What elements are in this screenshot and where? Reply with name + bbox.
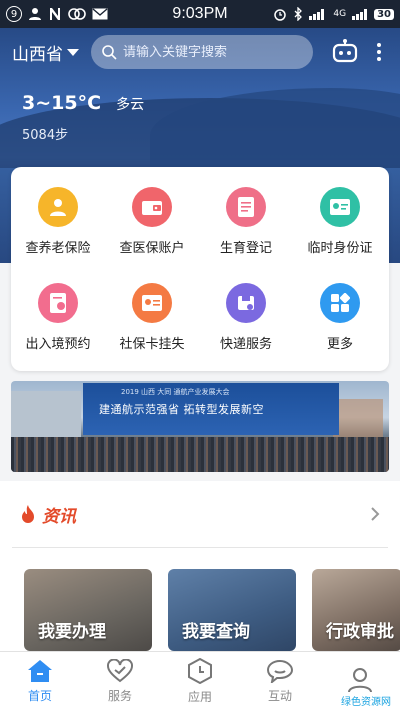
tile-label: 我要办理: [38, 622, 106, 642]
watermark: 绿色资源网: [338, 692, 394, 709]
search-bar[interactable]: [91, 35, 313, 69]
chevron-right-icon[interactable]: [370, 506, 380, 522]
nav-label: 首页: [27, 689, 52, 703]
tile-handle[interactable]: 我要办理: [24, 569, 152, 651]
services-grid: 查养老保险 查医保账户 生育登记 临时身份证 出入境预约 社保卡挂失 快递服务 …: [11, 167, 389, 371]
banner-subline: 2019 山西 大同 通航产业发展大会: [121, 388, 230, 396]
promo-banner[interactable]: 2019 山西 大同 通航产业发展大会 建通航示范强省 拓转型发展新空: [11, 381, 389, 472]
status-bar: 9 9:03PM 4G 30: [0, 0, 400, 28]
network-type: 4G: [333, 9, 347, 19]
pension-icon: [38, 187, 78, 227]
document-icon: [226, 187, 266, 227]
banner-headline: 建通航示范强省 拓转型发展新空: [99, 403, 264, 416]
notification-count-badge: 9: [6, 6, 22, 22]
banner-crowd: [11, 437, 389, 472]
news-header[interactable]: 资讯: [0, 481, 400, 547]
service-label: 临时身份证: [307, 241, 373, 256]
nav-interact[interactable]: 互动: [240, 652, 320, 711]
quick-tiles: 我要办理 我要查询 行政审批: [24, 569, 400, 651]
service-delivery[interactable]: 快递服务: [199, 283, 293, 352]
signal-icon-2: [352, 9, 368, 20]
battery-level: 30: [374, 8, 394, 20]
rings-icon: [68, 8, 86, 20]
nav-label: 服务: [107, 689, 132, 703]
nav-services[interactable]: 服务: [80, 652, 160, 711]
signal-icon: [309, 9, 325, 20]
weather-condition: 多云: [116, 97, 145, 113]
service-pension[interactable]: 查养老保险: [11, 187, 105, 256]
temperature: 3~15°C: [22, 92, 102, 114]
province-selector[interactable]: 山西省: [12, 40, 79, 65]
news-title: 资讯: [42, 506, 76, 527]
step-count: 5084步: [22, 128, 69, 143]
passport-icon: [38, 283, 78, 323]
more-menu-icon[interactable]: [377, 43, 381, 61]
service-label: 社保卡挂失: [119, 337, 185, 352]
service-more[interactable]: 更多: [293, 283, 387, 352]
top-bar: 山西省: [0, 32, 400, 72]
user-icon: [348, 667, 372, 692]
nav-label: 互动: [267, 689, 292, 703]
news-section: 资讯 我要办理 我要查询 行政审批: [0, 481, 400, 651]
service-border-appointment[interactable]: 出入境预约: [11, 283, 105, 352]
service-label: 生育登记: [219, 241, 272, 256]
home-icon: [28, 660, 52, 682]
tile-label: 行政审批: [326, 622, 394, 642]
divider: [12, 547, 388, 548]
heart-hand-icon: [107, 659, 133, 683]
service-medical-account[interactable]: 查医保账户: [105, 187, 199, 256]
delivery-icon: [226, 283, 266, 323]
bluetooth-icon: [294, 7, 303, 21]
id-card-icon: [320, 187, 360, 227]
service-card-report-loss[interactable]: 社保卡挂失: [105, 283, 199, 352]
weather-widget: 3~15°C 多云 5084步: [22, 92, 144, 143]
tile-query[interactable]: 我要查询: [168, 569, 296, 651]
province-label: 山西省: [12, 44, 63, 65]
n-app-icon: [50, 8, 60, 20]
hexagon-clock-icon: [188, 658, 212, 684]
service-temp-id[interactable]: 临时身份证: [293, 187, 387, 256]
medical-wallet-icon: [132, 187, 172, 227]
tile-label: 我要查询: [182, 622, 250, 642]
tile-approval[interactable]: 行政审批: [312, 569, 400, 651]
service-label: 查医保账户: [119, 241, 185, 256]
search-input[interactable]: [123, 44, 293, 60]
service-label: 出入境预约: [25, 337, 91, 352]
service-label: 查养老保险: [25, 241, 91, 256]
flame-icon: [22, 505, 34, 523]
nav-home[interactable]: 首页: [0, 652, 80, 711]
service-label: 快递服务: [219, 337, 272, 352]
person-icon: [29, 8, 41, 20]
robot-assistant-icon[interactable]: [331, 39, 359, 65]
chat-bubble-icon: [267, 659, 293, 683]
card-report-icon: [132, 283, 172, 323]
mail-icon: [92, 8, 108, 20]
nav-label: 应用: [187, 690, 212, 704]
search-icon: [102, 45, 117, 60]
chevron-down-icon: [67, 48, 79, 56]
service-label: 更多: [326, 337, 353, 352]
grid-more-icon: [320, 283, 360, 323]
service-birth-registration[interactable]: 生育登记: [199, 187, 293, 256]
alarm-icon: [274, 9, 287, 21]
nav-apps[interactable]: 应用: [160, 652, 240, 711]
